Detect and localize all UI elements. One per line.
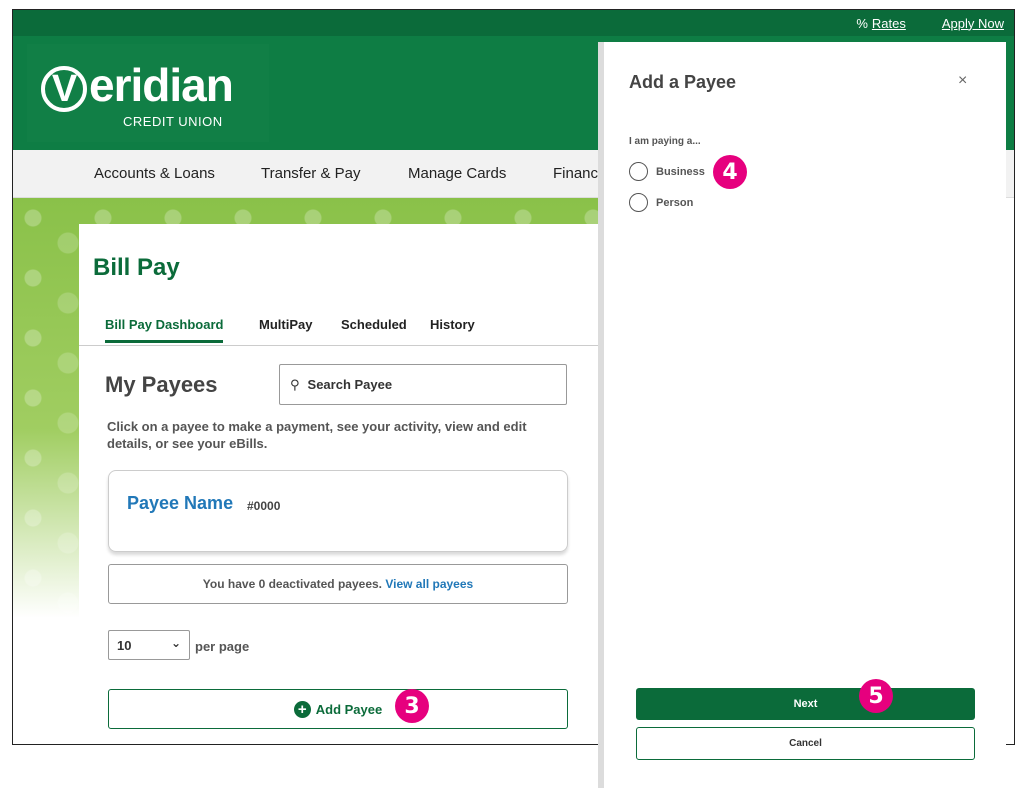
paying-type-label: I am paying a...	[629, 136, 701, 147]
radio-business[interactable]: Business	[629, 162, 705, 181]
cancel-button[interactable]: Cancel	[636, 727, 975, 760]
deactivated-payees-notice: You have 0 deactivated payees. View all …	[108, 564, 568, 604]
radio-business-label[interactable]: Business	[656, 166, 705, 178]
close-icon[interactable]: ×	[958, 72, 967, 90]
next-button[interactable]: Next	[636, 688, 975, 720]
search-input[interactable]: ⚲ Search Payee	[279, 364, 567, 405]
radio-button-icon[interactable]	[629, 193, 648, 212]
tab-history[interactable]: History	[430, 317, 475, 340]
step-4-callout: 4	[713, 155, 747, 189]
utility-bar: % Rates Apply Now	[13, 10, 1014, 36]
payees-heading: My Payees	[105, 372, 218, 397]
step-3-callout: 3	[395, 689, 429, 723]
nav-transfer-pay[interactable]: Transfer & Pay	[261, 165, 360, 182]
payee-name[interactable]: Payee Name	[127, 493, 233, 514]
veridian-logo[interactable]: Veridian CREDIT UNION	[27, 44, 269, 142]
bill-pay-tabs: Bill Pay Dashboard MultiPay Scheduled Hi…	[79, 314, 639, 346]
per-page-label: per page	[195, 639, 250, 654]
apply-now-link[interactable]: Apply Now	[942, 16, 1004, 31]
add-payee-label: Add Payee	[315, 701, 383, 717]
percent-icon: %	[856, 15, 868, 31]
rates-link[interactable]: Rates	[872, 16, 906, 31]
chevron-down-icon: ⌄	[170, 636, 181, 650]
screenshot-stage: % Rates Apply Now Veridian CREDIT UNION A…	[0, 0, 1019, 788]
step-5-callout: 5	[859, 679, 893, 713]
page-title: Bill Pay	[93, 254, 180, 281]
tab-scheduled[interactable]: Scheduled	[341, 317, 407, 340]
rates-link-wrap[interactable]: % Rates	[856, 16, 906, 31]
payee-card[interactable]: Payee Name #0000	[108, 470, 568, 552]
tab-bill-pay-dashboard[interactable]: Bill Pay Dashboard	[105, 317, 224, 343]
logo-wordmark: Veridian	[41, 58, 234, 112]
radio-person-label[interactable]: Person	[656, 197, 693, 209]
search-placeholder: Search Payee	[307, 377, 393, 392]
search-icon: ⚲	[290, 376, 300, 392]
nav-accounts-loans[interactable]: Accounts & Loans	[94, 165, 215, 182]
nav-manage-cards[interactable]: Manage Cards	[408, 165, 506, 182]
logo-v-icon: V	[41, 66, 87, 112]
utility-links: % Rates Apply Now	[856, 10, 1004, 36]
logo-subtitle: CREDIT UNION	[123, 114, 223, 129]
payee-account-number: #0000	[247, 499, 281, 513]
panel-title: Add a Payee	[629, 72, 737, 92]
payees-instructions: Click on a payee to make a payment, see …	[107, 419, 527, 451]
plus-circle-icon: +	[293, 700, 311, 718]
bill-pay-card: Bill Pay Bill Pay Dashboard MultiPay Sch…	[79, 224, 639, 744]
radio-person[interactable]: Person	[629, 193, 693, 212]
deactivated-text: You have 0 deactivated payees.	[202, 577, 382, 591]
nav-financial[interactable]: Financi	[553, 165, 601, 182]
per-page-select[interactable]: 10 ⌄	[108, 630, 190, 660]
radio-button-icon[interactable]	[629, 162, 648, 181]
logo-name: eridian	[89, 59, 234, 111]
per-page-value: 10	[117, 638, 132, 653]
tab-multipay[interactable]: MultiPay	[259, 317, 312, 340]
add-payee-button[interactable]: + Add Payee	[108, 689, 568, 729]
view-all-payees-link[interactable]: View all payees	[385, 577, 473, 591]
add-payee-panel: Add a Payee × I am paying a... Business …	[604, 42, 1006, 788]
